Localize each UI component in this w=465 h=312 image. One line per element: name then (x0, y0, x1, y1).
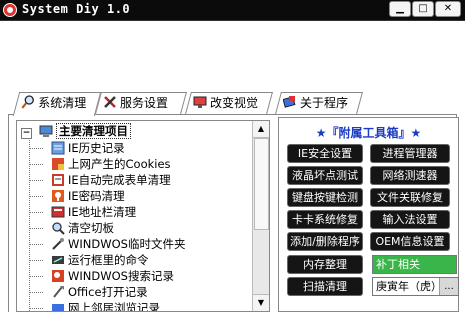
display-icon (193, 96, 207, 108)
tree-connector-line (29, 164, 43, 165)
scroll-up-arrow-icon[interactable]: ▲ (253, 121, 269, 138)
network-icon (52, 304, 64, 311)
cookies-icon (52, 158, 64, 170)
app-logo-icon (3, 3, 17, 17)
tree-connector-line (29, 196, 43, 197)
tree-item-office-history[interactable]: Office打开记录 (51, 284, 148, 300)
close-button[interactable]: ✕ (435, 1, 461, 17)
tree-connector-line (29, 228, 43, 229)
tree-item-network-history[interactable]: 网上邻居浏览记录 (51, 300, 160, 312)
process-manager-button[interactable]: 进程管理器 (370, 144, 450, 163)
tree-item-label: 清空切板 (68, 221, 114, 235)
magnifier-icon (21, 95, 34, 109)
collapse-icon[interactable]: − (21, 128, 32, 139)
tree-item-label: WINDWOS搜索记录 (68, 269, 174, 283)
patch-related-field[interactable]: 补丁相关 (372, 255, 457, 274)
temp-folder-icon (52, 238, 64, 250)
lcd-pixel-test-button[interactable]: 液晶坏点测试 (287, 166, 363, 185)
tab-label: 服务设置 (120, 96, 169, 110)
history-icon (51, 141, 65, 155)
tree-item-label: Office打开记录 (68, 285, 148, 299)
tree-item-temp-folder[interactable]: WINDWOS临时文件夹 (51, 236, 185, 252)
scan-cleanup-button[interactable]: 扫描清理 (287, 277, 363, 296)
tab-label: 关于程序 (300, 96, 349, 110)
memory-cleanup-button[interactable]: 内存整理 (287, 255, 363, 274)
minimize-button[interactable]: ▁ (389, 1, 411, 17)
tree-connector-line (29, 308, 43, 309)
tree-item-label: WINDWOS临时文件夹 (68, 237, 186, 251)
tab-about[interactable]: 关于程序 (275, 92, 363, 114)
scroll-down-arrow-icon[interactable]: ▼ (253, 294, 269, 311)
tree-connector-line (29, 244, 43, 245)
tab-label: 系统清理 (38, 96, 87, 110)
tree-connector-line (29, 180, 43, 181)
tree-connector-line (29, 276, 43, 277)
tree-item-ie-history[interactable]: IE历史记录 (51, 140, 125, 156)
network-speed-button[interactable]: 网络测速器 (370, 166, 450, 185)
info-icon (283, 96, 296, 108)
tools-box-title: ★『附属工具箱』★ (315, 126, 422, 140)
tree-item-search-history[interactable]: WINDWOS搜索记录 (51, 268, 174, 284)
tree-item-label: 网上邻居浏览记录 (68, 301, 160, 312)
tree-item-ie-form[interactable]: IE自动完成表单清理 (51, 172, 171, 188)
run-icon (52, 256, 64, 264)
tree-item-cookies[interactable]: 上网产生的Cookies (51, 156, 171, 172)
combo-dropdown-button[interactable]: ... (439, 278, 458, 295)
tab-strip: 系统清理 服务设置 改变视觉 关于程序 (6, 92, 456, 116)
tree-scrollbar[interactable]: ▲ ▼ (252, 121, 269, 311)
address-bar-icon (51, 206, 65, 218)
tree-root-label: 主要清理项目 (56, 123, 132, 139)
office-icon (53, 286, 64, 298)
file-association-button[interactable]: 文件关联修复 (370, 188, 450, 207)
tree-item-clipboard[interactable]: 清空切板 (51, 220, 114, 236)
tree-item-run-commands[interactable]: 运行框里的命令 (51, 252, 149, 268)
search-history-icon (52, 270, 64, 282)
computer-icon (39, 125, 53, 137)
scrollbar-thumb[interactable] (254, 138, 269, 230)
tree-connector-line (29, 148, 43, 149)
tree-connector-line (29, 212, 43, 213)
tab-service-settings[interactable]: 服务设置 (95, 92, 187, 114)
ie-security-button[interactable]: IE安全设置 (287, 144, 363, 163)
input-method-button[interactable]: 输入法设置 (370, 210, 450, 229)
tab-system-cleanup[interactable]: 系统清理 (12, 92, 102, 116)
title-bar: System Diy 1.0 ▁ □ ✕ (0, 0, 465, 21)
year-combo[interactable]: 庚寅年（虎） ... (372, 277, 459, 296)
tree-item-label: IE密码清理 (68, 189, 125, 203)
form-icon (52, 174, 64, 186)
tree-item-label: 运行框里的命令 (68, 253, 149, 267)
tree-connector-line (29, 292, 43, 293)
add-remove-programs-button[interactable]: 添加/删除程序 (287, 232, 363, 251)
tree-item-ie-password[interactable]: IE密码清理 (51, 188, 125, 204)
window-title: System Diy 1.0 (22, 2, 131, 16)
tree-connector-line (29, 260, 43, 261)
year-combo-value: 庚寅年（虎） (376, 280, 442, 293)
tree-item-label: IE自动完成表单清理 (68, 173, 171, 187)
tab-change-visual[interactable]: 改变视觉 (185, 92, 273, 114)
clipboard-icon (52, 222, 65, 235)
tree-item-label: IE地址栏清理 (68, 205, 137, 219)
tools-icon (104, 96, 116, 108)
tree-item-ie-address-bar[interactable]: IE地址栏清理 (51, 204, 136, 220)
tree-item-label: IE历史记录 (68, 141, 125, 155)
tools-box: ★『附属工具箱』★ IE安全设置 进程管理器 液晶坏点测试 网络测速器 键盘按键… (278, 117, 459, 312)
tree-item-label: 上网产生的Cookies (68, 157, 171, 171)
kaka-repair-button[interactable]: 卡卡系统修复 (287, 210, 363, 229)
tab-label: 改变视觉 (210, 96, 259, 110)
maximize-button[interactable]: □ (412, 1, 434, 17)
keyboard-test-button[interactable]: 键盘按键检测 (287, 188, 363, 207)
password-icon (52, 190, 64, 202)
tree-root[interactable]: − 主要清理项目 (21, 123, 132, 139)
cleanup-tree[interactable]: − 主要清理项目 IE历史记录 上网产生的Cookies IE自动完成表单清理 … (16, 120, 270, 312)
oem-info-button[interactable]: OEM信息设置 (370, 232, 450, 251)
